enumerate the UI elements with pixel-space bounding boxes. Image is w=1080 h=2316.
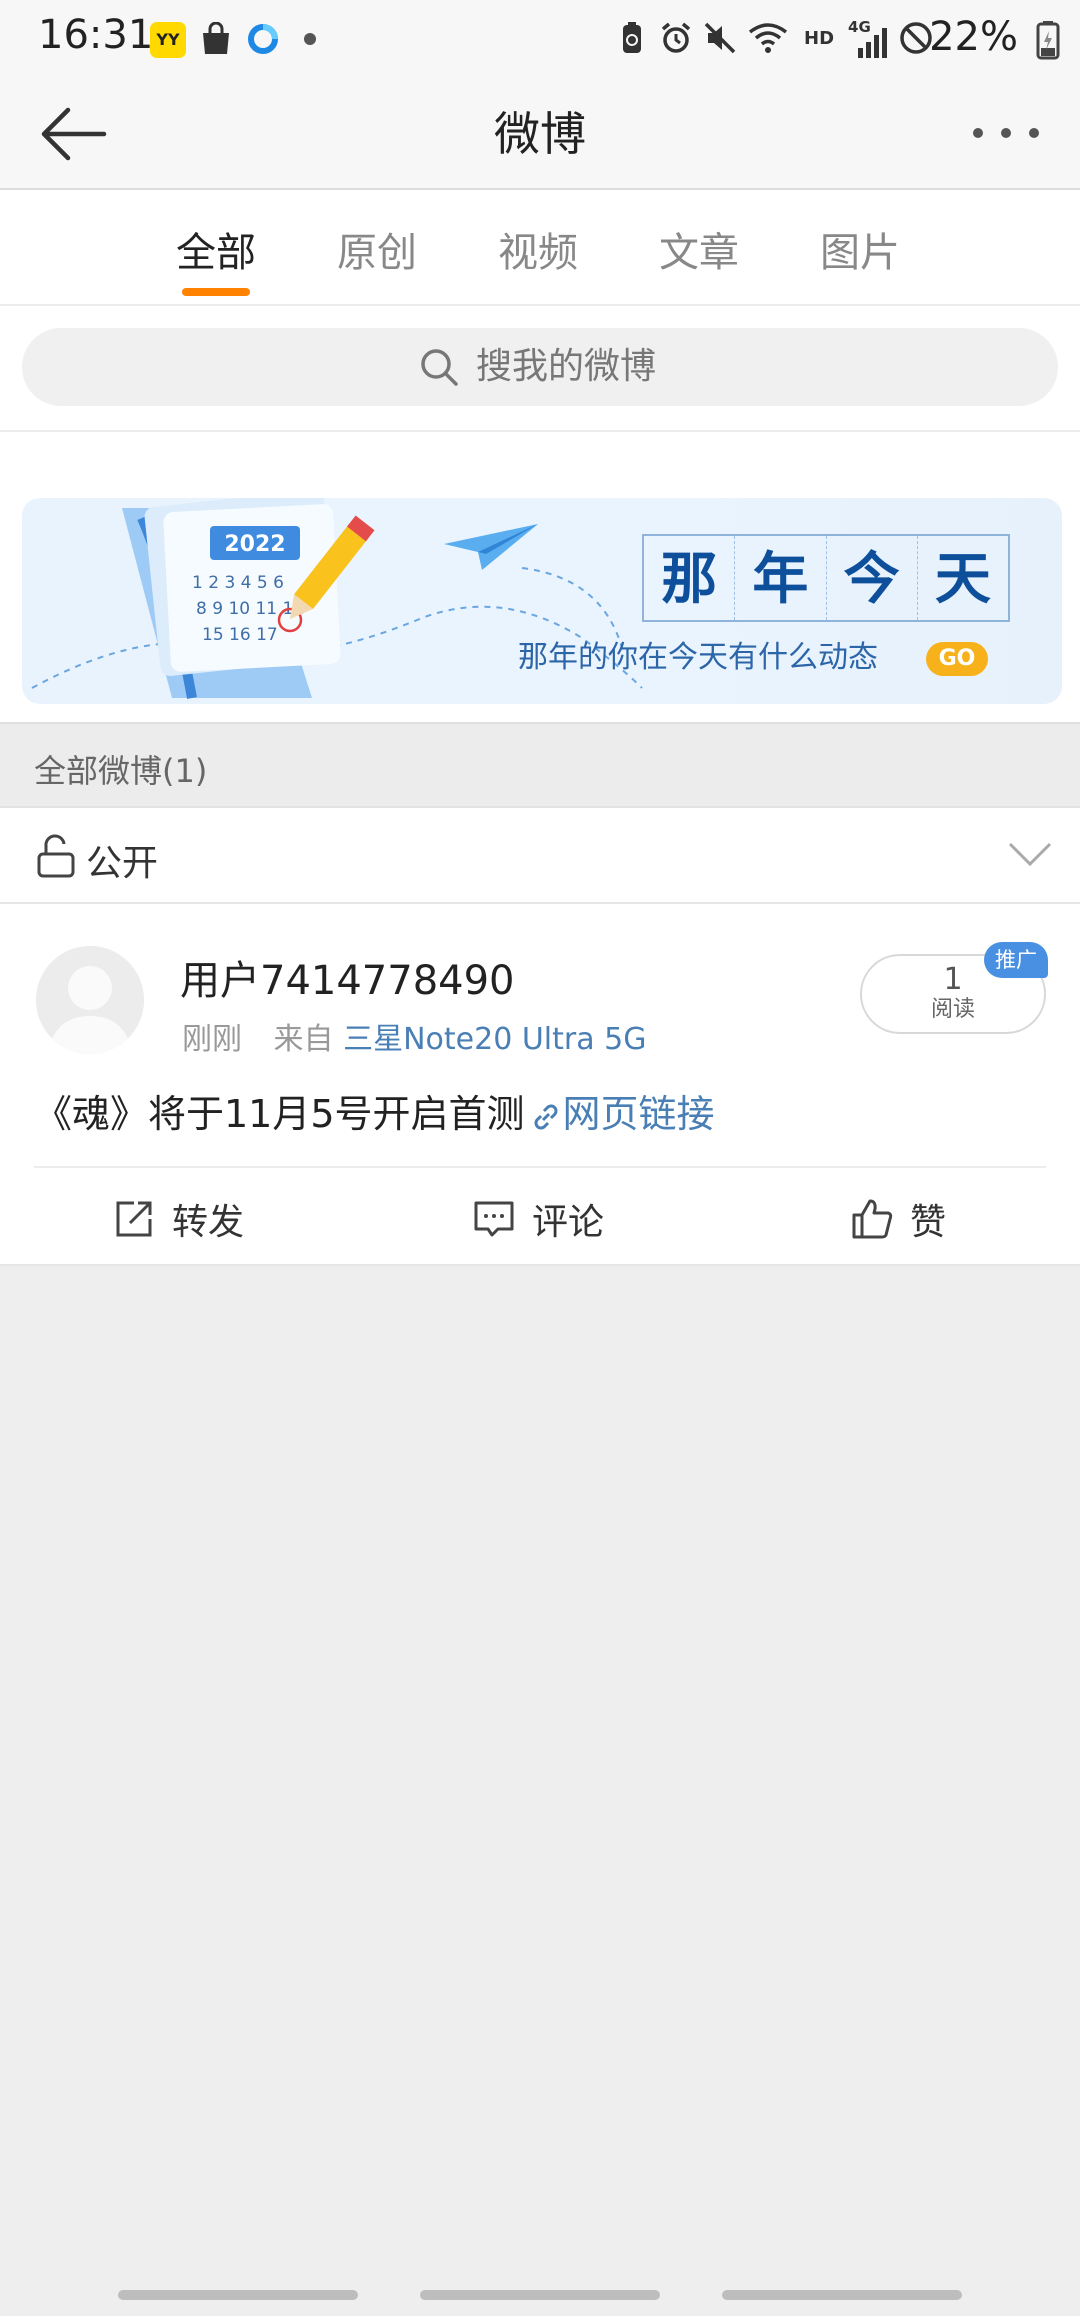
alarm-icon (661, 22, 691, 53)
post-text: 《魂》将于11月5号开启首测 (34, 1092, 525, 1136)
status-time: 16:31 (38, 12, 154, 58)
nav-bar: 微博 (0, 78, 1080, 190)
hd-icon: HD (804, 27, 835, 49)
banner-title: 那 年 今 天 (642, 534, 1010, 622)
tab-images[interactable]: 图片 (820, 220, 900, 278)
notification-dot (304, 33, 316, 45)
page-title: 微博 (494, 107, 586, 161)
post-source[interactable]: 三星Note20 Ultra 5G (343, 1022, 646, 1057)
post-card[interactable]: 用户7414778490 刚刚 来自 三星Note20 Ultra 5G 1 阅… (0, 904, 1080, 1266)
default-avatar-icon (36, 946, 144, 1054)
filter-label: 公开 (86, 843, 159, 884)
comment-button[interactable]: 评论 (472, 1194, 604, 1244)
banner-title-char: 那 (644, 536, 736, 620)
battery-icon (1036, 21, 1060, 60)
comment-label: 评论 (532, 1202, 605, 1243)
nav-pill-right[interactable] (722, 2290, 962, 2300)
section-header: 全部微博(1) (0, 722, 1080, 806)
signal-icon: 4G (848, 18, 890, 58)
svg-text:15 16 17: 15 16 17 (202, 625, 278, 645)
calendar-illustration: 2022 1 2 3 4 5 6 8 9 10 11 12 15 16 17 (122, 498, 375, 699)
post-from-label: 来自 (273, 1022, 334, 1057)
active-tab-indicator (182, 288, 250, 296)
web-link[interactable]: 网页链接 (563, 1092, 715, 1136)
post-content: 《魂》将于11月5号开启首测 网页链接 (34, 1084, 715, 1144)
promote-badge[interactable]: 推广 (984, 942, 1048, 978)
yy-app-icon: YY (150, 22, 186, 58)
banner-title-char: 今 (827, 536, 918, 620)
banner-title-char: 天 (934, 546, 991, 612)
repost-button[interactable]: 转发 (112, 1194, 244, 1244)
tab-video[interactable]: 视频 (498, 220, 578, 278)
banner-title-char: 年 (735, 536, 827, 620)
search-area: 搜我的微博 (0, 306, 1080, 432)
unlock-icon (37, 834, 75, 878)
visibility-filter[interactable]: 公开 (0, 806, 1080, 904)
avatar[interactable] (36, 946, 144, 1054)
search-icon (421, 349, 458, 386)
post-username[interactable]: 用户7414778490 (180, 948, 515, 1006)
mute-icon (704, 22, 736, 54)
wifi-icon (748, 23, 788, 53)
status-icons: HD 4G (614, 16, 934, 60)
post-divider (34, 1166, 1046, 1168)
nav-pill-center[interactable] (420, 2290, 660, 2300)
section-header-label: 全部微博(1) (34, 752, 208, 790)
comment-icon (474, 1201, 514, 1237)
like-button[interactable]: 赞 (850, 1194, 946, 1244)
banner-subtitle: 那年的你在今天有什么动态 (518, 640, 878, 675)
tab-original[interactable]: 原创 (337, 220, 417, 278)
status-bar: 16:31 YY HD 4G 22% (0, 0, 1080, 78)
svg-text:1 2 3 4 5 6: 1 2 3 4 5 6 (192, 573, 284, 593)
banner-area: 2022 1 2 3 4 5 6 8 9 10 11 12 15 16 17 那… (0, 432, 1080, 722)
tab-bar: 全部 原创 视频 文章 图片 (0, 190, 1080, 306)
on-this-day-banner[interactable]: 2022 1 2 3 4 5 6 8 9 10 11 12 15 16 17 那… (22, 498, 1062, 704)
thumbs-up-icon (852, 1199, 893, 1239)
tab-articles[interactable]: 文章 (659, 220, 739, 278)
browser-icon (248, 24, 278, 54)
like-label: 赞 (910, 1202, 947, 1243)
repost-icon (116, 1201, 152, 1237)
battery-percent: 22% (929, 14, 1018, 60)
repost-label: 转发 (172, 1202, 245, 1243)
read-label: 阅读 (930, 997, 975, 1022)
battery-saver-icon (623, 22, 641, 53)
shopping-bag-icon (203, 22, 229, 54)
go-button[interactable]: GO (926, 642, 988, 676)
calendar-year: 2022 (224, 532, 285, 557)
chevron-down-icon[interactable] (1008, 840, 1052, 868)
search-input[interactable]: 搜我的微博 (22, 328, 1058, 406)
search-placeholder: 搜我的微博 (476, 346, 657, 387)
nav-pill-left[interactable] (118, 2290, 358, 2300)
tab-all[interactable]: 全部 (176, 220, 256, 278)
more-options-icon[interactable] (970, 118, 1042, 148)
post-time: 刚刚 (182, 1022, 242, 1057)
post-meta: 刚刚 来自 三星Note20 Ultra 5G (182, 1014, 646, 1058)
link-icon (534, 1104, 558, 1129)
paper-plane-icon (444, 524, 538, 570)
